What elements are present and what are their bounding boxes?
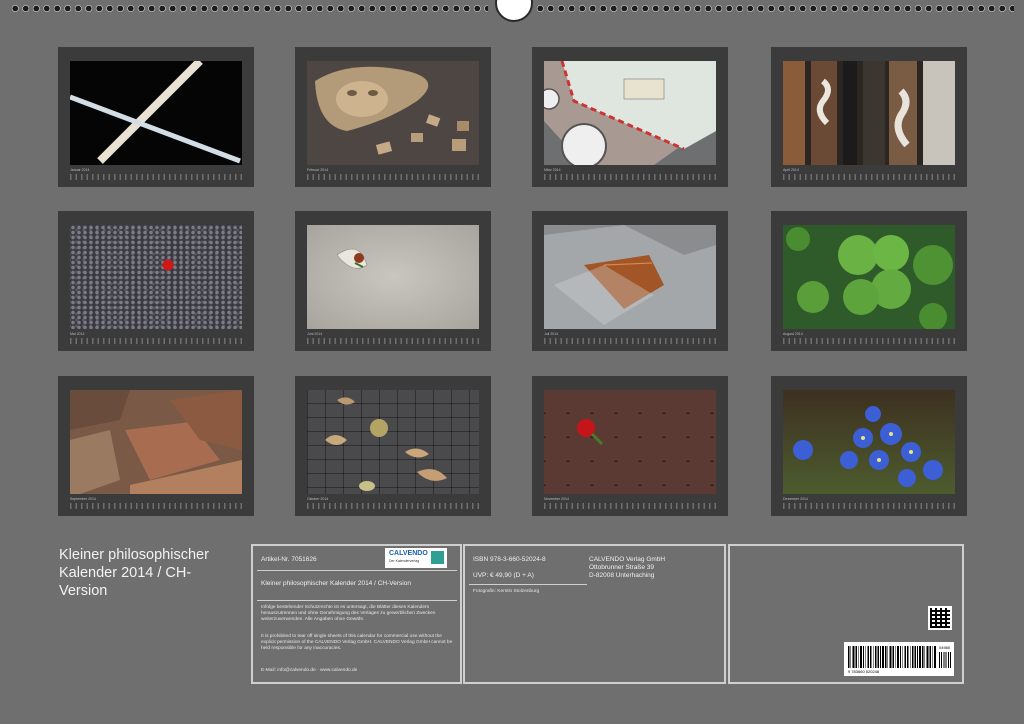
calvendo-logo: CALVENDO Der Kalenderverlag [385, 548, 447, 568]
day-strip [544, 503, 716, 509]
march-photo [544, 61, 716, 165]
july-photo [544, 225, 716, 329]
day-strip [783, 338, 955, 344]
month-card-march: März 2014 [532, 47, 728, 187]
calendar-title: Kleiner philosophischer Kalender 2014 / … [59, 547, 209, 599]
month-caption: Dezember 2014 [783, 497, 808, 501]
month-caption: April 2014 [783, 168, 799, 172]
month-caption: Mai 2014 [70, 332, 85, 336]
month-card-january: Januar 2014 [58, 47, 254, 187]
day-strip [70, 338, 242, 344]
qr-code [928, 606, 952, 630]
month-caption: Januar 2014 [70, 168, 90, 172]
month-card-april: April 2014 [771, 47, 967, 187]
august-photo [783, 225, 955, 329]
month-card-november: November 2014 [532, 376, 728, 516]
month-card-september: September 2014 [58, 376, 254, 516]
month-caption: Februar 2014 [307, 168, 329, 172]
product-name: Kleiner philosophischer Kalender 2014 / … [261, 580, 411, 587]
month-caption: Oktober 2014 [307, 497, 329, 501]
november-photo [544, 390, 716, 494]
january-photo [70, 61, 242, 165]
article-number: Artikel-Nr. 7051626 [261, 556, 317, 563]
day-strip [70, 174, 242, 180]
day-strip [307, 174, 479, 180]
day-strip [544, 174, 716, 180]
day-strip [307, 503, 479, 509]
contact-email: E-Mail: info@calvendo.de · www.calvendo.… [261, 668, 358, 673]
month-caption: August 2014 [783, 332, 803, 336]
month-card-august: August 2014 [771, 211, 967, 351]
december-photo [783, 390, 955, 494]
month-card-june: Juni 2014 [295, 211, 491, 351]
september-photo [70, 390, 242, 494]
day-strip [70, 503, 242, 509]
legal-notice-en: It is prohibited to tear off single shee… [261, 634, 453, 651]
day-strip [783, 503, 955, 509]
price: UVP: € 49,90 (D + A) [473, 572, 534, 579]
isbn: ISBN 978-3-660-52024-8 [473, 556, 546, 563]
month-card-may: Mai 2014 [58, 211, 254, 351]
february-photo [307, 61, 479, 165]
publisher-city: D-82008 Unterhaching [589, 572, 655, 579]
hanger-hook [495, 0, 533, 22]
month-card-december: Dezember 2014 [771, 376, 967, 516]
month-card-july: Juli 2014 [532, 211, 728, 351]
barcode-number: 9 783660 520248 [848, 669, 880, 674]
october-photo [307, 390, 479, 494]
month-caption: Juli 2014 [544, 332, 559, 336]
publisher-street: Ottobrunner Straße 39 [589, 564, 655, 571]
day-strip [307, 338, 479, 344]
month-card-october: Oktober 2014 [295, 376, 491, 516]
may-photo [70, 225, 242, 329]
month-caption: September 2014 [70, 497, 96, 501]
article-panel: Artikel-Nr. 7051626 CALVENDO Der Kalende… [251, 544, 462, 684]
spiral-binding [0, 0, 1024, 22]
month-card-february: Februar 2014 [295, 47, 491, 187]
ean-barcode: 9 783660 520248 04980 [844, 642, 954, 676]
april-photo [783, 61, 955, 165]
photographer-credit: Fotografin: Kerstin Stolzenburg [473, 589, 540, 594]
month-caption: Juni 2014 [307, 332, 323, 336]
barcode-panel: 9 783660 520248 04980 [728, 544, 964, 684]
day-strip [783, 174, 955, 180]
legal-notice-de: Infolge bestehender Schutzrechte ist es … [261, 605, 436, 622]
month-caption: November 2014 [544, 497, 569, 501]
june-photo [307, 225, 479, 329]
month-caption: März 2014 [544, 168, 561, 172]
day-strip [544, 338, 716, 344]
barcode-addon: 04980 [939, 645, 951, 650]
publisher-name: CALVENDO Verlag GmbH [589, 556, 666, 563]
publisher-panel: ISBN 978-3-660-52024-8 UVP: € 49,90 (D +… [463, 544, 726, 684]
